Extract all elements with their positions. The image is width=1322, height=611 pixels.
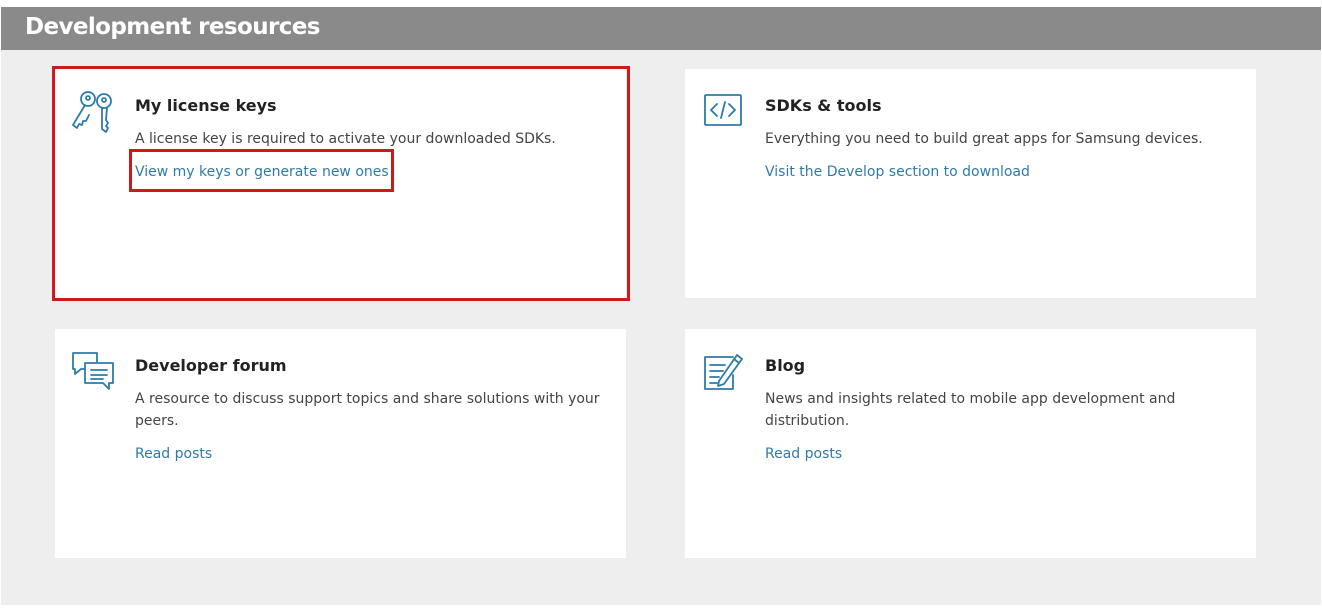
forum-read-posts-link[interactable]: Read posts xyxy=(135,443,212,465)
edit-note-icon xyxy=(699,347,747,395)
license-keys-card: My license keys A license key is require… xyxy=(55,69,626,298)
blog-description: News and insights related to mobile app … xyxy=(765,391,1176,429)
blog-card: Blog News and insights related to mobile… xyxy=(685,329,1256,558)
sdks-tools-title: SDKs & tools xyxy=(765,96,882,115)
sdks-tools-description: Everything you need to build great apps … xyxy=(765,131,1203,147)
blog-read-posts-link[interactable]: Read posts xyxy=(765,443,842,465)
chat-bubbles-icon xyxy=(69,347,117,395)
blog-title: Blog xyxy=(765,356,806,375)
license-keys-title: My license keys xyxy=(135,96,277,115)
section-title: Development resources xyxy=(25,14,320,40)
license-keys-description: A license key is required to activate yo… xyxy=(135,131,556,147)
sdks-tools-card: SDKs & tools Everything you need to buil… xyxy=(685,69,1256,298)
visit-develop-link[interactable]: Visit the Develop section to download xyxy=(765,161,1030,183)
keys-icon xyxy=(69,87,117,135)
developer-forum-description: A resource to discuss support topics and… xyxy=(135,391,600,429)
code-icon xyxy=(699,87,747,135)
developer-forum-title: Developer forum xyxy=(135,356,287,375)
developer-forum-card: Developer forum A resource to discuss su… xyxy=(55,329,626,558)
section-header: Development resources xyxy=(1,7,1321,50)
view-keys-link[interactable]: View my keys or generate new ones xyxy=(135,161,389,183)
